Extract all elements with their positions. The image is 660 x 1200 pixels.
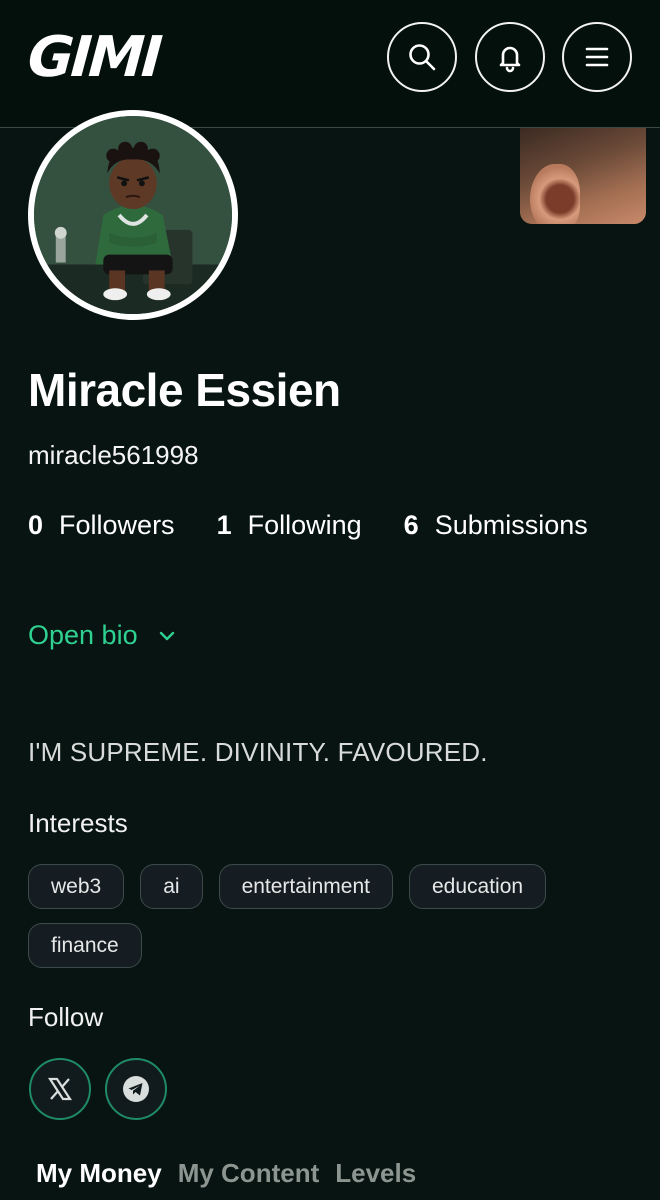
- search-icon: [409, 44, 436, 71]
- interests-heading: Interests: [28, 808, 128, 838]
- submissions-label: Submissions: [434, 510, 588, 540]
- profile-name: Miracle Essien: [28, 364, 341, 416]
- cover-image-ear: [530, 164, 580, 224]
- followers-label: Followers: [59, 510, 175, 540]
- tab-levels[interactable]: Levels: [335, 1158, 416, 1189]
- avatar[interactable]: [28, 110, 238, 320]
- following-count: 1: [216, 510, 232, 540]
- interests-list: web3 ai entertainment education finance: [28, 864, 628, 968]
- notifications-button[interactable]: [475, 22, 545, 92]
- profile-tabs: My Money My Content Levels: [36, 1158, 416, 1189]
- x-link-button[interactable]: [29, 1058, 91, 1120]
- profile-stats: 0 Followers 1 Following 6 Submissions: [28, 510, 588, 541]
- profile-page: GIMI Miracle Essien miracle561998 0 Foll…: [0, 0, 660, 1200]
- following-label: Following: [247, 510, 362, 540]
- menu-button[interactable]: [562, 22, 632, 92]
- interest-chip[interactable]: education: [408, 864, 547, 909]
- cover-image: [520, 128, 646, 224]
- telegram-icon: [123, 1076, 149, 1102]
- open-bio-toggle[interactable]: Open bio: [28, 620, 178, 651]
- telegram-link-button[interactable]: [105, 1058, 167, 1120]
- submissions-count: 6: [403, 510, 419, 540]
- follow-heading: Follow: [28, 1002, 104, 1032]
- interest-chip[interactable]: entertainment: [218, 864, 393, 909]
- gimi-logo[interactable]: GIMI: [26, 25, 162, 90]
- tab-my-content[interactable]: My Content: [178, 1158, 320, 1189]
- submissions-stat[interactable]: 6 Submissions: [404, 510, 588, 541]
- chevron-down-icon: [159, 631, 174, 640]
- interest-chip[interactable]: ai: [140, 864, 203, 909]
- interest-chip[interactable]: finance: [28, 923, 142, 968]
- open-bio-label: Open bio: [28, 620, 138, 650]
- profile-handle: miracle561998: [28, 440, 199, 470]
- x-icon: [47, 1077, 73, 1101]
- bio-text: I'M SUPREME. DIVINITY. FAVOURED.: [28, 737, 488, 767]
- followers-stat[interactable]: 0 Followers: [28, 510, 175, 541]
- interest-chip[interactable]: web3: [28, 864, 125, 909]
- following-stat[interactable]: 1 Following: [217, 510, 362, 541]
- search-button[interactable]: [387, 22, 457, 92]
- tab-my-money[interactable]: My Money: [36, 1158, 162, 1189]
- followers-count: 0: [28, 510, 44, 540]
- avatar-illustration: [34, 116, 232, 314]
- menu-icon: [585, 47, 609, 67]
- top-bar: GIMI: [0, 0, 660, 128]
- bell-icon: [499, 46, 521, 73]
